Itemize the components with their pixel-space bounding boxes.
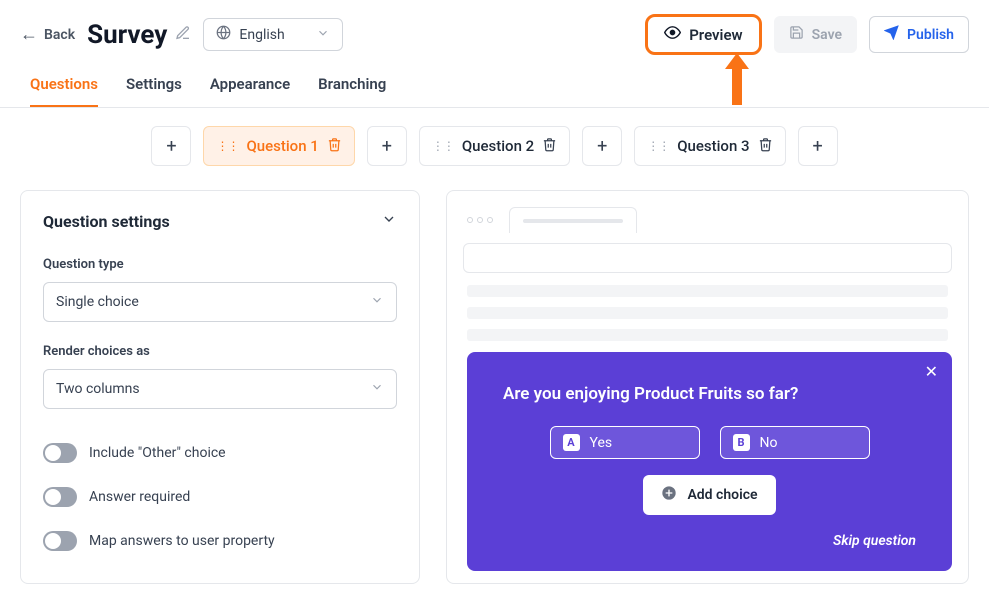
tab-questions[interactable]: Questions (30, 75, 98, 107)
question-type-select[interactable]: Single choice (43, 282, 397, 322)
toggle-required-row: Answer required (43, 475, 397, 519)
chevron-down-icon (381, 211, 397, 231)
render-choices-select[interactable]: Two columns (43, 369, 397, 409)
skip-question-link[interactable]: Skip question (503, 533, 916, 549)
main: Question settings Question type Single c… (0, 166, 989, 608)
language-value: English (239, 27, 284, 43)
title-wrap: Survey (87, 20, 191, 50)
grip-icon: ⋮⋮ (216, 139, 238, 153)
skeleton-line (467, 329, 948, 341)
toggle-other-row: Include "Other" choice (43, 431, 397, 475)
choice-key-badge: A (563, 434, 580, 451)
send-icon (884, 25, 899, 44)
render-choices-label: Render choices as (43, 344, 397, 359)
question-settings-panel: Question settings Question type Single c… (20, 190, 420, 584)
arrow-left-icon: ← (20, 24, 38, 45)
trash-icon[interactable] (758, 137, 773, 156)
back-label: Back (44, 27, 75, 43)
preview-label: Preview (689, 26, 742, 44)
language-select[interactable]: English (203, 18, 343, 51)
survey-question: Are you enjoying Product Fruits so far? (503, 384, 916, 404)
choice-a[interactable]: A Yes (550, 426, 700, 459)
skeleton-line (467, 307, 948, 319)
trash-icon[interactable] (542, 137, 557, 156)
tab-settings[interactable]: Settings (126, 75, 182, 107)
survey-card: ✕ Are you enjoying Product Fruits so far… (467, 352, 952, 571)
window-controls-icon (467, 217, 493, 223)
page-title: Survey (87, 20, 167, 50)
skeleton-line (467, 285, 948, 297)
trash-icon[interactable] (327, 137, 342, 156)
question-pill-1[interactable]: ⋮⋮ Question 1 (203, 126, 354, 166)
preview-button[interactable]: Preview (645, 14, 761, 55)
globe-icon (216, 25, 231, 44)
tab-branching[interactable]: Branching (318, 75, 386, 107)
preview-panel: ✕ Are you enjoying Product Fruits so far… (446, 190, 969, 584)
chevron-down-icon (370, 293, 384, 311)
chevron-down-icon (316, 26, 330, 44)
toggle-required-label: Answer required (89, 489, 190, 505)
browser-tab (509, 207, 637, 233)
render-choices-value: Two columns (56, 381, 140, 397)
choice-b[interactable]: B No (720, 426, 870, 459)
question-bar: + ⋮⋮ Question 1 + ⋮⋮ Question 2 + ⋮⋮ Que… (0, 108, 989, 166)
tab-appearance[interactable]: Appearance (210, 75, 290, 107)
edit-icon[interactable] (175, 25, 191, 45)
toggle-map-label: Map answers to user property (89, 533, 275, 549)
back-button[interactable]: ← Back (20, 24, 75, 45)
add-choice-button[interactable]: Add choice (643, 475, 775, 515)
question-pill-label: Question 1 (246, 137, 318, 155)
toggle-required[interactable] (43, 487, 77, 507)
grip-icon: ⋮⋮ (647, 139, 669, 153)
question-pill-label: Question 2 (462, 137, 534, 155)
save-label: Save (812, 27, 842, 43)
question-pill-2[interactable]: ⋮⋮ Question 2 (419, 126, 570, 166)
eye-icon (664, 24, 681, 45)
browser-address-bar (463, 243, 952, 273)
add-choice-label: Add choice (687, 487, 757, 503)
toggle-other-label: Include "Other" choice (89, 445, 226, 461)
save-button: Save (774, 16, 857, 53)
tabs: Questions Settings Appearance Branching (0, 63, 989, 108)
question-type-label: Question type (43, 257, 397, 272)
question-type-value: Single choice (56, 294, 139, 310)
chevron-down-icon (370, 380, 384, 398)
publish-label: Publish (907, 27, 954, 43)
toggle-map-row: Map answers to user property (43, 519, 397, 563)
question-pill-label: Question 3 (677, 137, 749, 155)
publish-button[interactable]: Publish (869, 16, 969, 53)
add-question-after-button[interactable]: + (798, 126, 838, 166)
question-pill-3[interactable]: ⋮⋮ Question 3 (634, 126, 785, 166)
toggle-other[interactable] (43, 443, 77, 463)
add-question-before-button[interactable]: + (151, 126, 191, 166)
add-question-between-1-button[interactable]: + (367, 126, 407, 166)
browser-chrome (459, 203, 956, 243)
header: ← Back Survey English Preview Save Publi… (0, 0, 989, 63)
close-icon[interactable]: ✕ (925, 362, 938, 381)
choices: A Yes B No (503, 426, 916, 459)
panel-header[interactable]: Question settings (43, 211, 397, 231)
toggle-map[interactable] (43, 531, 77, 551)
panel-title: Question settings (43, 212, 170, 231)
choice-b-label: No (760, 435, 778, 451)
choice-key-badge: B (733, 434, 750, 451)
add-question-between-2-button[interactable]: + (582, 126, 622, 166)
choice-a-label: Yes (590, 435, 613, 451)
grip-icon: ⋮⋮ (432, 139, 454, 153)
save-icon (789, 25, 804, 44)
plus-circle-icon (661, 485, 677, 505)
